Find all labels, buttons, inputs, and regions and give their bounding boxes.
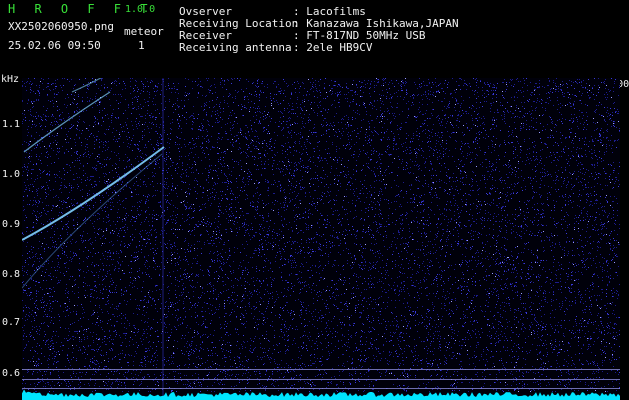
meteor-count: 1 (138, 39, 145, 52)
y-tick-label: 1.1 (2, 119, 21, 130)
y-tick-label: 0.7 (2, 317, 21, 328)
reference-line (22, 369, 620, 370)
y-axis-unit: kHz (1, 74, 20, 85)
y-tick-label: 1.0 (2, 169, 21, 180)
spectrogram (22, 78, 620, 400)
y-tick-label: 0.8 (2, 269, 21, 280)
antenna-label: Receiving antenna (179, 41, 292, 54)
reference-line (22, 388, 620, 389)
column-edge (162, 78, 164, 400)
spectrogram-canvas (22, 78, 620, 400)
reference-line (22, 379, 620, 380)
antenna-value: : 2ele HB9CV (293, 41, 373, 54)
meteor-label: meteor (124, 25, 164, 38)
app-version: 1.0.0 (125, 4, 156, 15)
header-panel: H R O F F T 1.0.0 XX2502060950.png 25.02… (0, 0, 629, 76)
y-tick-label: 0.6 (2, 368, 21, 379)
y-tick-label: 0.9 (2, 219, 21, 230)
spectrogram-background (22, 78, 620, 400)
date-time: 25.02.06 09:50 (8, 39, 101, 52)
file-name: XX2502060950.png (8, 20, 114, 33)
